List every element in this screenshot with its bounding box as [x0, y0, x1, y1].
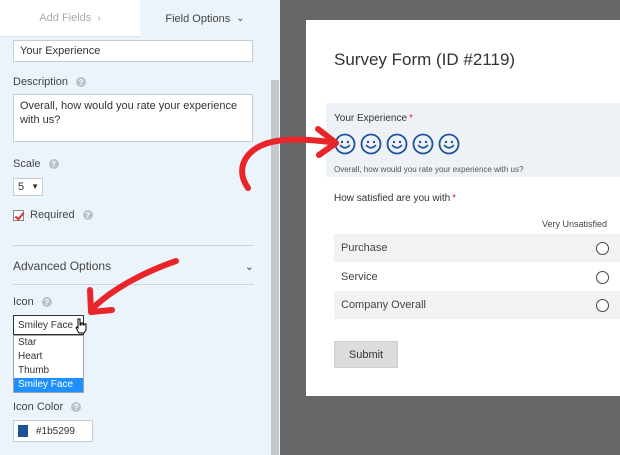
icon-color-label: Icon Color: [13, 401, 64, 413]
question-label-text: How satisfied are you with: [334, 193, 451, 204]
caret-down-icon: ▼: [31, 182, 39, 191]
question-your-experience-label: Your Experience *: [334, 113, 413, 124]
description-value: Overall, how would you rate your experie…: [20, 100, 238, 126]
form-title: Survey Form (ID #2119): [334, 50, 516, 69]
description-label: Description: [13, 76, 69, 88]
panel-tabs: Add Fields › Field Options ⌄: [0, 0, 270, 37]
tab-add-fields[interactable]: Add Fields ›: [0, 0, 140, 37]
question-description: Overall, how would you rate your experie…: [334, 165, 524, 174]
likert-column-header: Very Unsatisfied: [542, 219, 608, 229]
field-label-input[interactable]: Your Experience: [13, 40, 253, 62]
smiley-face-icon[interactable]: [334, 133, 356, 155]
help-icon[interactable]: ?: [48, 159, 59, 169]
chevron-down-icon: ⌄: [244, 260, 254, 273]
color-swatch[interactable]: [18, 425, 28, 437]
scale-value: 5: [18, 181, 25, 193]
question-label-text: Your Experience: [334, 113, 408, 124]
smiley-face-icon[interactable]: [412, 133, 434, 155]
required-asterisk: *: [452, 193, 457, 204]
icon-select[interactable]: Smiley Face: [13, 315, 84, 335]
required-row: Required ?: [13, 209, 93, 221]
likert-row: Purchase: [334, 234, 620, 262]
tab-add-fields-label: Add Fields: [39, 12, 92, 24]
smiley-face-icon[interactable]: [360, 133, 382, 155]
icon-label-row: Icon ?: [13, 296, 52, 308]
divider: [13, 245, 254, 246]
tab-field-options-label: Field Options: [165, 12, 231, 25]
scale-label-row: Scale ?: [13, 158, 59, 170]
smiley-face-icon[interactable]: [386, 133, 408, 155]
description-label-row: Description ?: [13, 76, 87, 88]
scale-label: Scale: [13, 158, 41, 170]
chevron-right-icon: ›: [97, 12, 101, 24]
description-textarea[interactable]: Overall, how would you rate your experie…: [13, 94, 253, 142]
icon-color-value: #1b5299: [36, 425, 75, 437]
icon-dropdown-list: Star Heart Thumb Smiley Face: [13, 335, 84, 393]
smiley-rating: [334, 133, 464, 155]
help-icon[interactable]: ?: [71, 402, 82, 412]
divider: [13, 284, 254, 285]
survey-form-preview: Survey Form (ID #2119) Your Experience * …: [306, 20, 620, 396]
chevron-down-icon: ⌄: [236, 13, 245, 24]
radio-button[interactable]: [596, 298, 609, 312]
question-satisfaction-label: How satisfied are you with *: [334, 193, 456, 204]
required-asterisk: *: [409, 113, 413, 124]
icon-label: Icon: [13, 296, 34, 308]
field-label-value: Your Experience: [20, 45, 101, 57]
likert-row: Company Overall: [334, 291, 620, 319]
likert-row-label: Service: [341, 271, 378, 283]
radio-button[interactable]: [596, 241, 609, 255]
likert-row-label: Purchase: [341, 242, 388, 254]
field-options-panel: Add Fields › Field Options ⌄ Your Experi…: [0, 0, 270, 455]
hand-cursor-icon: [75, 318, 87, 334]
icon-color-input[interactable]: #1b5299: [13, 420, 93, 442]
help-icon[interactable]: ?: [82, 210, 93, 220]
icon-color-label-row: Icon Color ?: [13, 401, 82, 413]
dropdown-option-smiley-face[interactable]: Smiley Face: [14, 378, 83, 392]
smiley-face-icon[interactable]: [438, 133, 460, 155]
submit-button[interactable]: Submit: [334, 341, 398, 368]
likert-row-label: Company Overall: [341, 299, 426, 311]
dropdown-option-heart[interactable]: Heart: [14, 350, 83, 364]
advanced-options-label: Advanced Options: [13, 259, 112, 273]
scale-select[interactable]: 5 ▼: [13, 178, 43, 196]
dropdown-option-star[interactable]: Star: [14, 336, 83, 350]
required-label: Required: [30, 209, 75, 221]
scrollbar-thumb[interactable]: [271, 80, 279, 455]
icon-select-value: Smiley Face: [18, 319, 74, 331]
advanced-options-toggle[interactable]: Advanced Options ⌄: [13, 259, 254, 273]
likert-row: Service: [334, 263, 620, 291]
help-icon[interactable]: ?: [76, 77, 87, 87]
panel-scrollbar[interactable]: [270, 0, 280, 455]
tab-field-options[interactable]: Field Options ⌄: [140, 0, 270, 37]
help-icon[interactable]: ?: [41, 297, 52, 307]
dropdown-option-thumb[interactable]: Thumb: [14, 364, 83, 378]
radio-button[interactable]: [596, 270, 609, 284]
required-checkbox[interactable]: [13, 209, 24, 221]
